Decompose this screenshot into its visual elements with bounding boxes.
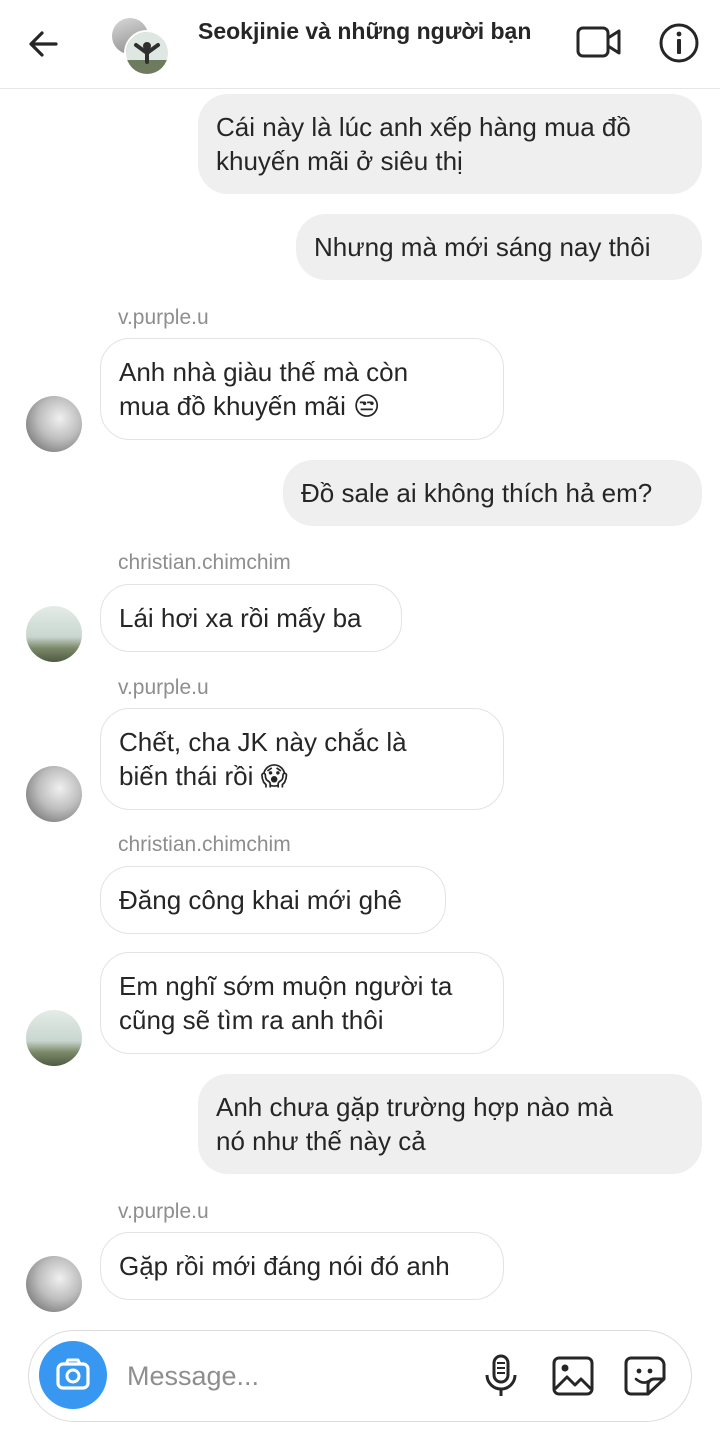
sender-name: christian.chimchim	[118, 833, 291, 856]
message-line: Anh chưa gặp trường hợp nào mà	[216, 1092, 614, 1122]
info-button[interactable]	[656, 20, 702, 66]
group-avatar-front	[124, 30, 170, 76]
microphone-button[interactable]	[481, 1353, 521, 1399]
message-line: Lái hơi xa rồi mấy ba	[119, 603, 362, 633]
sender-name: v.purple.u	[118, 1200, 209, 1223]
message-line: biến thái rồi 😱	[119, 761, 288, 791]
my-message[interactable]: Nhưng mà mới sáng nay thôi	[296, 214, 702, 280]
message-line: nó như thế này cả	[216, 1126, 426, 1156]
camera-button[interactable]	[39, 1341, 107, 1409]
avatar[interactable]	[26, 766, 82, 822]
message-line: Chết, cha JK này chắc là	[119, 727, 407, 757]
chat-title[interactable]: Seokjinie và những người bạn	[198, 18, 531, 45]
message-line: Nhưng mà mới sáng nay thôi	[314, 232, 651, 262]
their-message[interactable]: Gặp rồi mới đáng nói đó anh	[100, 1232, 504, 1300]
video-call-button[interactable]	[576, 22, 622, 64]
gallery-button[interactable]	[551, 1355, 595, 1397]
sender-name: v.purple.u	[118, 676, 209, 699]
message-line: Đăng công khai mới ghê	[119, 885, 402, 915]
chat-header: Seokjinie và những người bạn	[0, 0, 720, 89]
sender-name: v.purple.u	[118, 306, 209, 329]
message-line: khuyến mãi ở siêu thị	[216, 146, 463, 176]
back-button[interactable]	[24, 24, 64, 64]
message-line: Em nghĩ sớm muộn người ta	[119, 971, 453, 1001]
gallery-icon	[552, 1356, 594, 1396]
message-line: Đồ sale ai không thích hả em?	[301, 478, 653, 508]
their-message[interactable]: Chết, cha JK này chắc là biến thái rồi 😱	[100, 708, 504, 810]
group-avatar[interactable]	[108, 16, 170, 76]
my-message[interactable]: Đồ sale ai không thích hả em?	[283, 460, 702, 526]
message-line: Anh nhà giàu thế mà còn	[119, 357, 409, 387]
camera-icon	[56, 1358, 90, 1390]
my-message[interactable]: Cái này là lúc anh xếp hàng mua đồ khuyế…	[198, 94, 702, 194]
their-message[interactable]: Em nghĩ sớm muộn người ta cũng sẽ tìm ra…	[100, 952, 504, 1054]
arrow-left-icon	[29, 31, 58, 57]
avatar[interactable]	[26, 396, 82, 452]
avatar[interactable]	[26, 606, 82, 662]
avatar[interactable]	[26, 1010, 82, 1066]
message-line: Gặp rồi mới đáng nói đó anh	[119, 1251, 450, 1281]
message-composer	[28, 1330, 692, 1422]
video-camera-icon	[576, 26, 621, 58]
message-input[interactable]	[125, 1355, 459, 1397]
avatar[interactable]	[26, 1256, 82, 1312]
their-message[interactable]: Anh nhà giàu thế mà còn mua đồ khuyến mã…	[100, 338, 504, 440]
sticker-icon	[624, 1356, 666, 1396]
their-message[interactable]: Lái hơi xa rồi mấy ba	[100, 584, 402, 652]
microphone-icon	[485, 1354, 517, 1396]
message-line: Cái này là lúc anh xếp hàng mua đồ	[216, 112, 631, 142]
info-icon	[659, 23, 699, 63]
my-message[interactable]: Anh chưa gặp trường hợp nào mà nó như th…	[198, 1074, 702, 1174]
sticker-button[interactable]	[623, 1355, 667, 1397]
message-line: mua đồ khuyến mãi 😒	[119, 391, 381, 421]
sender-name: christian.chimchim	[118, 551, 291, 574]
their-message[interactable]: Đăng công khai mới ghê	[100, 866, 446, 934]
message-line: cũng sẽ tìm ra anh thôi	[119, 1005, 384, 1035]
